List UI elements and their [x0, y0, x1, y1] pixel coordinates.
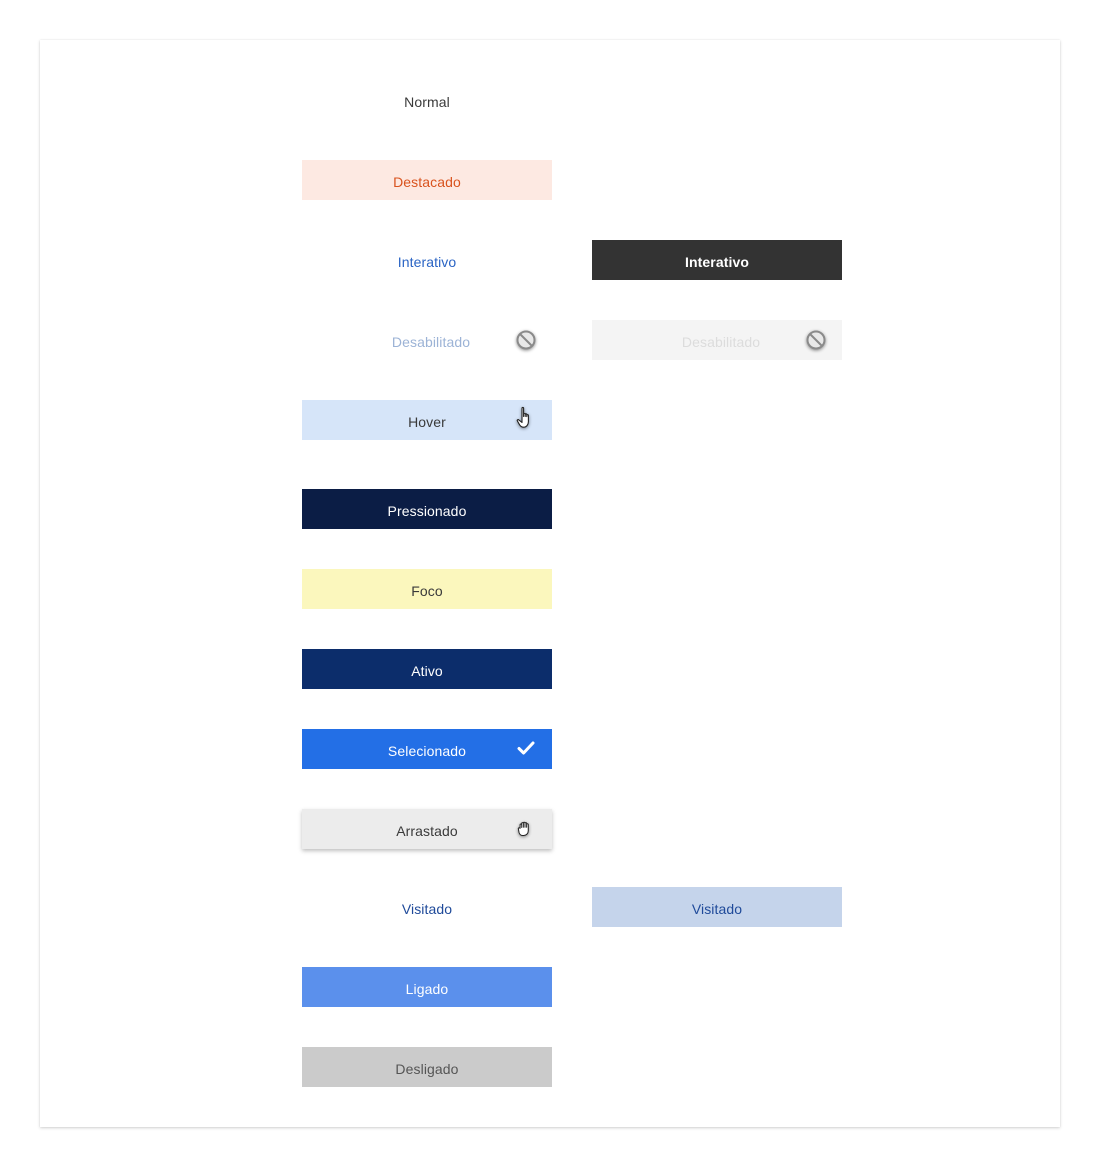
state-focus[interactable]: Foco [302, 569, 552, 609]
state-disabled-filled-label: Desabilitado [681, 333, 761, 350]
state-active-label: Ativo [411, 662, 443, 679]
state-visited-filled[interactable]: Visitado [592, 887, 842, 927]
state-interactive-dark[interactable]: Interativo [592, 240, 842, 280]
state-on[interactable]: Ligado [302, 967, 552, 1007]
not-allowed-icon [806, 330, 826, 350]
state-highlighted-label: Destacado [393, 173, 461, 190]
state-disabled: Desabilitado [302, 320, 552, 360]
state-selected[interactable]: Selecionado [302, 729, 552, 769]
state-disabled-filled: Desabilitado [592, 320, 842, 360]
state-normal[interactable]: Normal [302, 80, 552, 120]
pointer-hand-icon [516, 406, 536, 428]
state-highlighted[interactable]: Destacado [302, 160, 552, 200]
states-card: Normal Destacado Interativo Interativo D… [40, 40, 1060, 1127]
state-hover-label: Hover [408, 413, 446, 430]
state-visited-label: Visitado [401, 900, 453, 917]
state-pressed[interactable]: Pressionado [302, 489, 552, 529]
state-dragged-label: Arrastado [396, 822, 458, 839]
state-selected-label: Selecionado [387, 742, 467, 759]
state-hover[interactable]: Hover [302, 400, 552, 440]
state-interactive-dark-label: Interativo [684, 253, 749, 270]
state-pressed-label: Pressionado [387, 502, 467, 519]
state-interactive-label: Interativo [397, 253, 457, 270]
state-disabled-label: Desabilitado [391, 333, 471, 350]
state-on-label: Ligado [405, 980, 449, 997]
state-off[interactable]: Desligado [302, 1047, 552, 1087]
state-visited-filled-label: Visitado [691, 900, 743, 917]
state-off-label: Desligado [395, 1060, 459, 1077]
state-active[interactable]: Ativo [302, 649, 552, 689]
state-interactive[interactable]: Interativo [302, 240, 552, 280]
not-allowed-icon [516, 330, 536, 350]
state-normal-label: Normal [404, 93, 450, 110]
grab-hand-icon [516, 818, 536, 838]
checkmark-icon [516, 738, 536, 758]
state-visited[interactable]: Visitado [302, 887, 552, 927]
state-focus-label: Foco [411, 582, 443, 599]
state-dragged[interactable]: Arrastado [302, 809, 552, 849]
